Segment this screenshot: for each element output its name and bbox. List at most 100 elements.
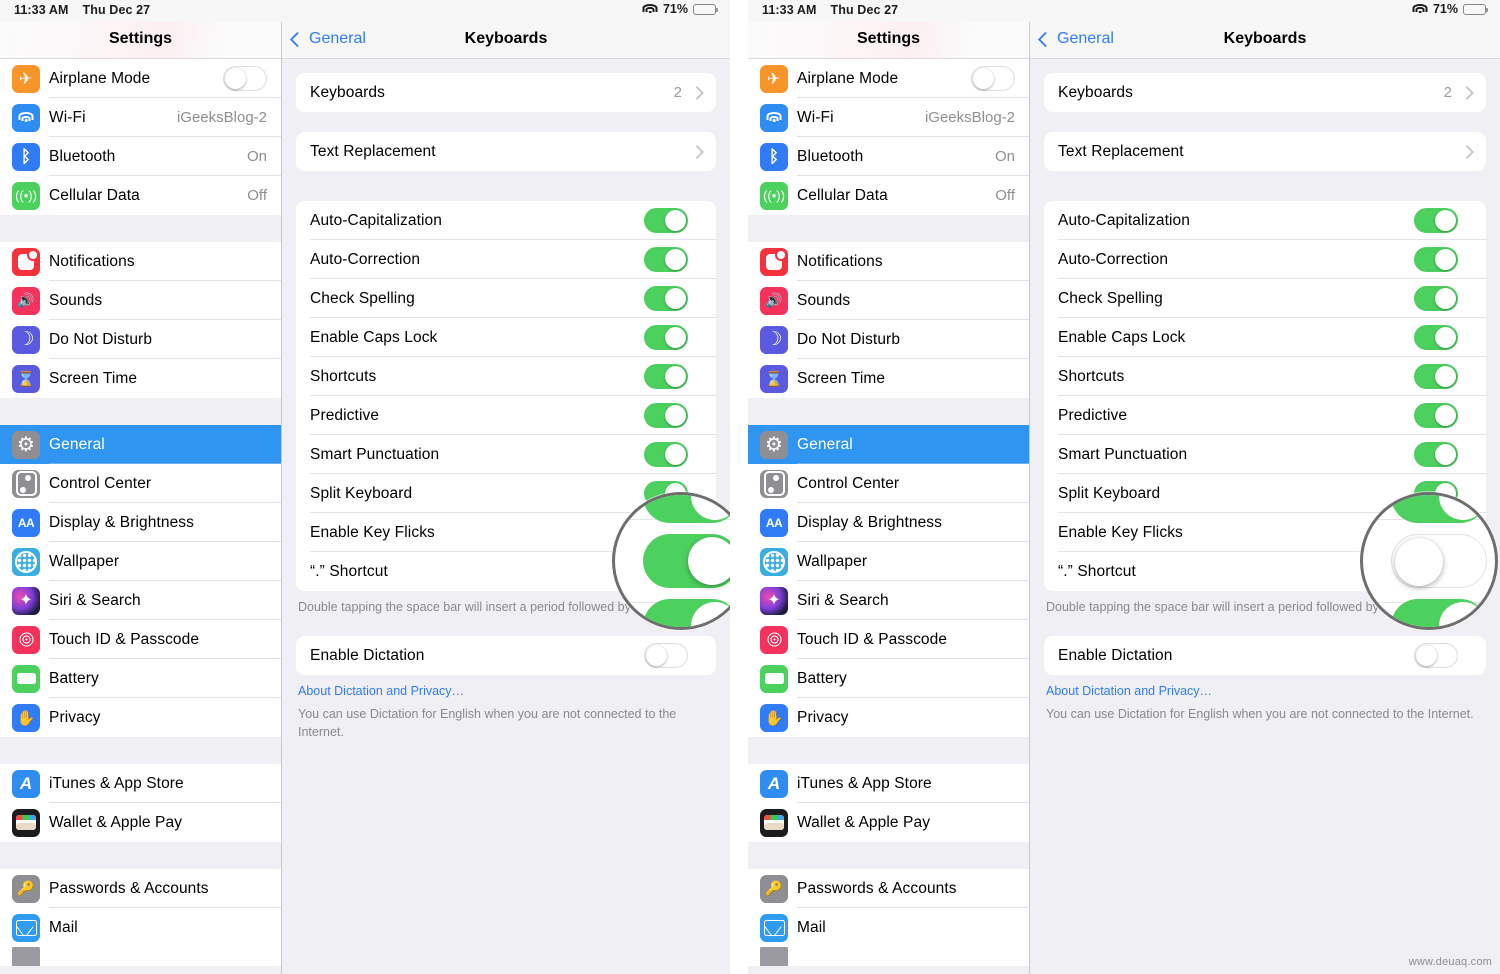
sidebar-item-privacy[interactable]: Privacy — [748, 698, 1029, 737]
auto-correction-toggle[interactable] — [644, 247, 688, 272]
sidebar-item-display-brightness[interactable]: AA Display & Brightness — [748, 503, 1029, 542]
battery-icon — [12, 664, 40, 693]
sidebar-item-privacy[interactable]: Privacy — [0, 698, 281, 737]
sidebar-item-general[interactable]: General — [748, 425, 1029, 464]
magnified-enable-key-flicks-toggle[interactable] — [1390, 534, 1487, 588]
sidebar-item-screen-time[interactable]: Screen Time — [748, 359, 1029, 398]
toggle-row-auto-capitalization[interactable]: Auto-Capitalization — [1044, 201, 1486, 240]
sidebar-item-cellular-data[interactable]: ((•)) Cellular Data Off — [748, 176, 1029, 215]
sidebar-item-siri-search[interactable]: ✦ Siri & Search — [748, 581, 1029, 620]
sidebar-item-label: Wi-Fi — [797, 108, 834, 126]
sidebar-item-siri-search[interactable]: ✦ Siri & Search — [0, 581, 281, 620]
toggle-row-enable-dictation[interactable]: Enable Dictation — [296, 636, 716, 676]
smart-punctuation-toggle[interactable] — [1414, 442, 1458, 467]
sidebar-item-label: Mail — [797, 918, 826, 936]
sidebar-item-itunes-app-store[interactable]: AiTunes & App Store — [0, 764, 281, 803]
sidebar-item-value: Off — [995, 187, 1015, 204]
sidebar-item-general[interactable]: General — [0, 425, 281, 464]
airplane-mode-toggle[interactable] — [223, 66, 267, 91]
sidebar-item-wallpaper[interactable]: Wallpaper — [0, 542, 281, 581]
sidebar-item-display-brightness[interactable]: AA Display & Brightness — [0, 503, 281, 542]
toggle-row-shortcuts[interactable]: Shortcuts — [296, 357, 716, 396]
detail-row-keyboards[interactable]: Keyboards 2 — [1044, 73, 1486, 112]
sidebar-scroll[interactable]: Airplane Mode Wi-Fi iGeeksBlog-2 ᛒ Bluetooth… — [748, 59, 1029, 974]
sidebar-item-label: Siri & Search — [49, 591, 141, 609]
toggle-row-enable-dictation[interactable]: Enable Dictation — [1044, 636, 1486, 676]
auto-capitalization-toggle[interactable] — [1414, 208, 1458, 233]
predictive-toggle[interactable] — [1414, 403, 1458, 428]
sidebar-header: Settings — [748, 22, 1029, 59]
predictive-toggle[interactable] — [644, 403, 688, 428]
toggle-row-label: Auto-Capitalization — [1058, 211, 1190, 229]
sidebar-item-control-center[interactable]: Control Center — [748, 464, 1029, 503]
enable-dictation-toggle[interactable] — [1414, 643, 1458, 669]
sidebar-item-sounds[interactable]: Sounds — [0, 281, 281, 320]
toggle-row-auto-correction[interactable]: Auto-Correction — [1044, 240, 1486, 279]
sidebar-item-notifications[interactable]: Notifications — [0, 242, 281, 281]
sidebar-item-passwords-accounts[interactable]: Passwords & Accounts — [0, 869, 281, 908]
check-spelling-toggle[interactable] — [1414, 286, 1458, 311]
auto-correction-toggle[interactable] — [1414, 247, 1458, 272]
wallpaper-icon — [760, 547, 788, 576]
sidebar-item-mail[interactable]: Mail — [748, 908, 1029, 947]
sidebar-item-wallet-apple-pay[interactable]: Wallet & Apple Pay — [0, 803, 281, 842]
sidebar-item-itunes-app-store[interactable]: AiTunes & App Store — [748, 764, 1029, 803]
sidebar-item-do-not-disturb[interactable]: Do Not Disturb — [0, 320, 281, 359]
sidebar-item-bluetooth[interactable]: ᛒ Bluetooth On — [748, 137, 1029, 176]
airplane-mode-toggle[interactable] — [971, 66, 1015, 91]
sidebar-item-cellular-data[interactable]: ((•)) Cellular Data Off — [0, 176, 281, 215]
auto-capitalization-toggle[interactable] — [644, 208, 688, 233]
sidebar-item-battery[interactable]: Battery — [0, 659, 281, 698]
screen-time-icon — [12, 364, 40, 393]
shortcuts-toggle[interactable] — [644, 364, 688, 389]
about-dictation-link[interactable]: About Dictation and Privacy… — [282, 675, 730, 698]
wallet-icon — [760, 808, 788, 837]
sidebar-item-control-center[interactable]: Control Center — [0, 464, 281, 503]
sidebar-item-touch-id-passcode[interactable]: Touch ID & Passcode — [0, 620, 281, 659]
sidebar-item-sounds[interactable]: Sounds — [748, 281, 1029, 320]
sidebar-item-partial[interactable] — [0, 947, 281, 966]
shortcuts-toggle[interactable] — [1414, 364, 1458, 389]
sidebar-item-screen-time[interactable]: Screen Time — [0, 359, 281, 398]
sidebar-group: General Control Center AA Display & Brightn… — [748, 425, 1029, 737]
sidebar-scroll[interactable]: Airplane Mode Wi-Fi iGeeksBlog-2 ᛒ Bluetooth… — [0, 59, 281, 974]
toggle-row-enable-caps-lock[interactable]: Enable Caps Lock — [1044, 318, 1486, 357]
sidebar-item-passwords-accounts[interactable]: Passwords & Accounts — [748, 869, 1029, 908]
sidebar-item-notifications[interactable]: Notifications — [748, 242, 1029, 281]
toggle-row-shortcuts[interactable]: Shortcuts — [1044, 357, 1486, 396]
sidebar-item-do-not-disturb[interactable]: Do Not Disturb — [748, 320, 1029, 359]
group-gap — [0, 215, 281, 242]
sidebar-item-wallpaper[interactable]: Wallpaper — [748, 542, 1029, 581]
detail-row-text-replacement[interactable]: Text Replacement — [1044, 132, 1486, 171]
smart-punctuation-toggle[interactable] — [644, 442, 688, 467]
enable-dictation-toggle[interactable] — [644, 643, 688, 669]
check-spelling-toggle[interactable] — [644, 286, 688, 311]
enable-caps-lock-toggle[interactable] — [1414, 325, 1458, 350]
sidebar-item-battery[interactable]: Battery — [748, 659, 1029, 698]
detail-row-text-replacement[interactable]: Text Replacement — [296, 132, 716, 171]
toggle-row-auto-capitalization[interactable]: Auto-Capitalization — [296, 201, 716, 240]
magnified-enable-key-flicks-toggle[interactable] — [642, 534, 730, 588]
sidebar-item-wallet-apple-pay[interactable]: Wallet & Apple Pay — [748, 803, 1029, 842]
sidebar-item-airplane-mode[interactable]: Airplane Mode — [0, 59, 281, 98]
about-dictation-link[interactable]: About Dictation and Privacy… — [1030, 675, 1500, 698]
enable-caps-lock-toggle[interactable] — [644, 325, 688, 350]
toggle-row-enable-caps-lock[interactable]: Enable Caps Lock — [296, 318, 716, 357]
toggle-row-predictive[interactable]: Predictive — [296, 396, 716, 435]
toggle-row-predictive[interactable]: Predictive — [1044, 396, 1486, 435]
sidebar-item-wi-fi[interactable]: Wi-Fi iGeeksBlog-2 — [0, 98, 281, 137]
sidebar-item-wi-fi[interactable]: Wi-Fi iGeeksBlog-2 — [748, 98, 1029, 137]
sidebar-item-bluetooth[interactable]: ᛒ Bluetooth On — [0, 137, 281, 176]
page-title: Settings — [856, 30, 921, 47]
sidebar-item-label: Airplane Mode — [797, 69, 899, 87]
toggle-row-smart-punctuation[interactable]: Smart Punctuation — [296, 435, 716, 474]
toggle-row-check-spelling[interactable]: Check Spelling — [1044, 279, 1486, 318]
toggle-row-check-spelling[interactable]: Check Spelling — [296, 279, 716, 318]
sidebar-item-mail[interactable]: Mail — [0, 908, 281, 947]
detail-row-keyboards[interactable]: Keyboards 2 — [296, 73, 716, 112]
sidebar-item-touch-id-passcode[interactable]: Touch ID & Passcode — [748, 620, 1029, 659]
toggle-row-smart-punctuation[interactable]: Smart Punctuation — [1044, 435, 1486, 474]
sidebar-item-partial[interactable] — [748, 947, 1029, 966]
toggle-row-auto-correction[interactable]: Auto-Correction — [296, 240, 716, 279]
sidebar-item-airplane-mode[interactable]: Airplane Mode — [748, 59, 1029, 98]
